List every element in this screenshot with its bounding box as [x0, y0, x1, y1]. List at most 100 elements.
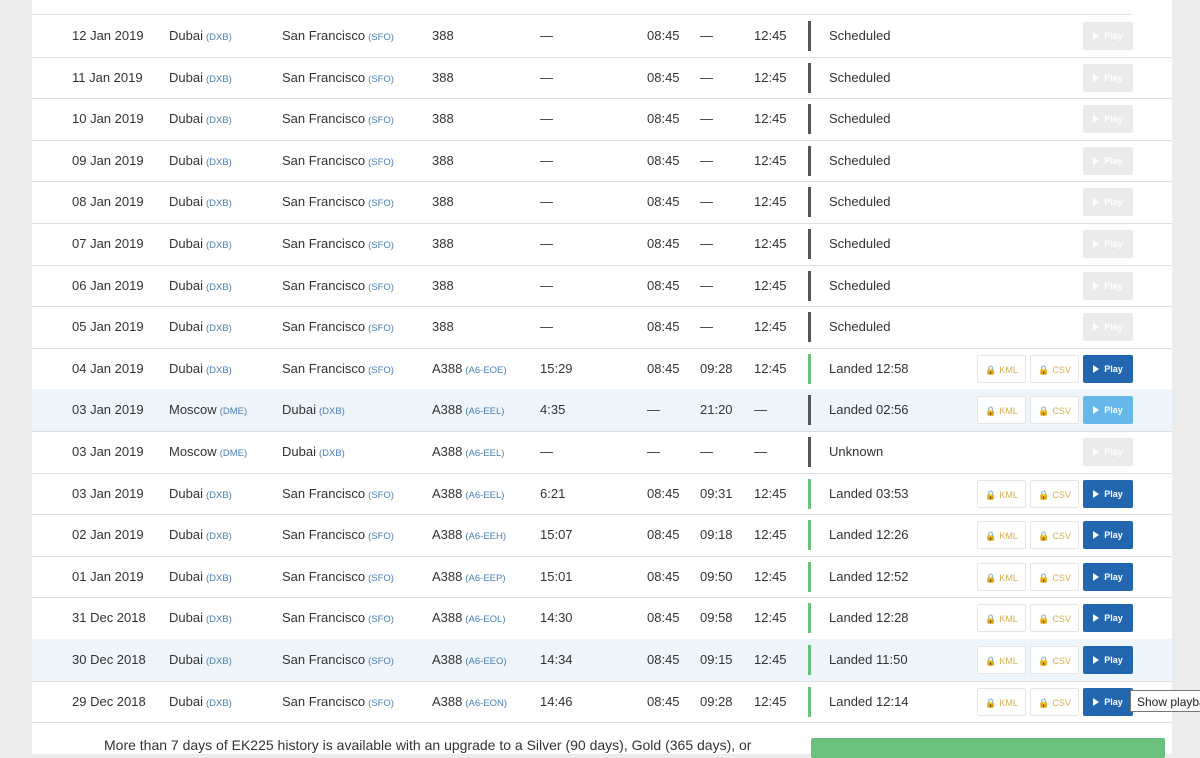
- play-button[interactable]: Play: [1083, 562, 1133, 591]
- kml-download-button[interactable]: 🔒 KML: [977, 354, 1026, 383]
- aircraft-registration-link[interactable]: (A6-EEL): [465, 406, 504, 417]
- play-button[interactable]: Play: [1083, 354, 1133, 383]
- table-row[interactable]: 06 Jan 2019 Dubai (DXB) San Francisco (SFO) 3…: [32, 265, 1172, 308]
- origin-code-link[interactable]: (DXB): [206, 74, 232, 85]
- destination-code-link[interactable]: (SFO): [368, 573, 394, 584]
- origin-code-link[interactable]: (DXB): [206, 240, 232, 251]
- table-row[interactable]: 07 Jan 2019 Dubai (DXB) San Francisco (SFO) 3…: [32, 223, 1172, 266]
- play-button[interactable]: Play: [1083, 438, 1133, 466]
- destination-code-link[interactable]: (SFO): [368, 240, 394, 251]
- table-row[interactable]: 01 Jan 2019 Dubai (DXB) San Francisco (SFO) A…: [32, 556, 1172, 599]
- origin-code-link[interactable]: (DXB): [206, 115, 232, 126]
- aircraft-registration-link[interactable]: (A6-EEL): [465, 490, 504, 501]
- kml-download-button[interactable]: 🔒 KML: [977, 521, 1026, 550]
- csv-download-button[interactable]: 🔒 CSV: [1030, 354, 1079, 383]
- destination-code-link[interactable]: (SFO): [368, 365, 394, 376]
- origin-code-link[interactable]: (DXB): [206, 32, 232, 43]
- origin-code-link[interactable]: (DME): [220, 406, 247, 417]
- kml-download-button[interactable]: 🔒 KML: [977, 687, 1026, 716]
- origin-code-link[interactable]: (DXB): [206, 573, 232, 584]
- table-row[interactable]: 03 Jan 2019 Moscow (DME) Dubai (DXB) A388 (A6-…: [32, 389, 1172, 432]
- csv-download-button[interactable]: 🔒 CSV: [1030, 396, 1079, 425]
- origin-code-link[interactable]: (DXB): [206, 656, 232, 667]
- play-button[interactable]: Play: [1083, 63, 1133, 92]
- origin-code-link[interactable]: (DXB): [206, 323, 232, 334]
- origin-code-link[interactable]: (DXB): [206, 698, 232, 709]
- table-row[interactable]: 08 Jan 2019 Dubai (DXB) San Francisco (SFO) 3…: [32, 181, 1172, 224]
- play-button[interactable]: Play: [1083, 230, 1133, 258]
- destination-code-link[interactable]: (SFO): [368, 323, 394, 334]
- play-button[interactable]: Play: [1083, 396, 1133, 425]
- csv-download-button[interactable]: 🔒 CSV: [1030, 479, 1079, 508]
- play-button[interactable]: Play: [1083, 105, 1133, 134]
- origin-code-link[interactable]: (DXB): [206, 282, 232, 293]
- origin-code-link[interactable]: (DXB): [206, 157, 232, 168]
- table-row[interactable]: 03 Jan 2019 Moscow (DME) Dubai (DXB) A388 (A6-…: [32, 431, 1172, 474]
- table-row[interactable]: 12 Jan 2019 Dubai (DXB) San Francisco (SFO) 3…: [32, 15, 1172, 58]
- actual-departure: —: [700, 152, 713, 168]
- table-row[interactable]: 04 Jan 2019 Dubai (DXB) San Francisco (SFO) A…: [32, 348, 1172, 391]
- destination-code-link[interactable]: (SFO): [368, 157, 394, 168]
- aircraft-registration-link[interactable]: (A6-EOE): [465, 365, 506, 376]
- table-row[interactable]: 02 Jan 2019 Dubai (DXB) San Francisco (SFO) A…: [32, 514, 1172, 557]
- destination-code-link[interactable]: (SFO): [368, 490, 394, 501]
- origin-code-link[interactable]: (DXB): [206, 531, 232, 542]
- table-row[interactable]: 29 Dec 2018 Dubai (DXB) San Francisco (SFO) A…: [32, 681, 1172, 724]
- aircraft-registration-link[interactable]: (A6-EEO): [465, 656, 506, 667]
- aircraft-registration-link[interactable]: (A6-EEP): [465, 573, 505, 584]
- play-button[interactable]: Play: [1083, 479, 1133, 508]
- table-row[interactable]: 03 Jan 2019 Dubai (DXB) San Francisco (SFO) A…: [32, 473, 1172, 516]
- kml-download-button[interactable]: 🔒 KML: [977, 604, 1026, 633]
- aircraft-registration-link[interactable]: (A6-EEH): [465, 531, 506, 542]
- destination-city: San Francisco: [282, 277, 366, 293]
- kml-download-button[interactable]: 🔒 KML: [977, 562, 1026, 591]
- origin-code-link[interactable]: (DXB): [206, 614, 232, 625]
- csv-download-button[interactable]: 🔒 CSV: [1030, 646, 1079, 674]
- play-button[interactable]: Play: [1083, 188, 1133, 217]
- upgrade-button[interactable]: [811, 738, 1165, 758]
- destination-code-link[interactable]: (SFO): [368, 74, 394, 85]
- play-icon: [1093, 240, 1100, 248]
- destination-code-link[interactable]: (SFO): [368, 282, 394, 293]
- play-button[interactable]: Play: [1083, 271, 1133, 300]
- destination-code-link[interactable]: (SFO): [368, 198, 394, 209]
- origin-city: Dubai: [169, 28, 203, 43]
- destination-code-link[interactable]: (SFO): [368, 32, 394, 43]
- destination-code-link[interactable]: (DXB): [319, 448, 345, 459]
- scheduled-arrival: 12:45: [754, 236, 787, 251]
- play-button[interactable]: Play: [1083, 521, 1133, 550]
- origin-code-link[interactable]: (DXB): [206, 365, 232, 376]
- table-row[interactable]: 11 Jan 2019 Dubai (DXB) San Francisco (SFO) 3…: [32, 57, 1172, 100]
- destination-code-link[interactable]: (SFO): [368, 115, 394, 126]
- aircraft-registration-link[interactable]: (A6-EON): [465, 698, 507, 709]
- csv-download-button[interactable]: 🔒 CSV: [1030, 687, 1079, 716]
- csv-download-button[interactable]: 🔒 CSV: [1030, 521, 1079, 550]
- play-button[interactable]: Play: [1083, 313, 1133, 342]
- play-button[interactable]: Play: [1083, 646, 1133, 674]
- destination-code-link[interactable]: (DXB): [319, 406, 345, 417]
- play-button[interactable]: Play: [1083, 22, 1133, 50]
- table-row[interactable]: 10 Jan 2019 Dubai (DXB) San Francisco (SFO) 3…: [32, 98, 1172, 141]
- csv-download-button[interactable]: 🔒 CSV: [1030, 604, 1079, 633]
- csv-download-button[interactable]: 🔒 CSV: [1030, 562, 1079, 591]
- origin-code-link[interactable]: (DME): [220, 448, 247, 459]
- destination-code-link[interactable]: (SFO): [368, 698, 394, 709]
- play-button[interactable]: Play: [1083, 146, 1133, 175]
- table-row[interactable]: 05 Jan 2019 Dubai (DXB) San Francisco (SFO) 3…: [32, 306, 1172, 349]
- destination-code-link[interactable]: (SFO): [368, 531, 394, 542]
- aircraft-registration-link[interactable]: (A6-EOL): [465, 614, 505, 625]
- play-button[interactable]: Play: [1083, 687, 1133, 716]
- table-row[interactable]: 09 Jan 2019 Dubai (DXB) San Francisco (SFO) 3…: [32, 140, 1172, 183]
- origin-code-link[interactable]: (DXB): [206, 198, 232, 209]
- kml-download-button[interactable]: 🔒 KML: [977, 479, 1026, 508]
- play-label: Play: [1104, 72, 1123, 83]
- destination-code-link[interactable]: (SFO): [368, 656, 394, 667]
- table-row[interactable]: 31 Dec 2018 Dubai (DXB) San Francisco (SFO) A…: [32, 597, 1172, 640]
- origin-code-link[interactable]: (DXB): [206, 490, 232, 501]
- table-row[interactable]: 30 Dec 2018 Dubai (DXB) San Francisco (SFO) A…: [32, 639, 1172, 682]
- kml-download-button[interactable]: 🔒 KML: [977, 396, 1026, 425]
- destination-code-link[interactable]: (SFO): [368, 614, 394, 625]
- kml-download-button[interactable]: 🔒 KML: [977, 646, 1026, 674]
- aircraft-registration-link[interactable]: (A6-EEL): [465, 448, 504, 459]
- play-button[interactable]: Play: [1083, 604, 1133, 633]
